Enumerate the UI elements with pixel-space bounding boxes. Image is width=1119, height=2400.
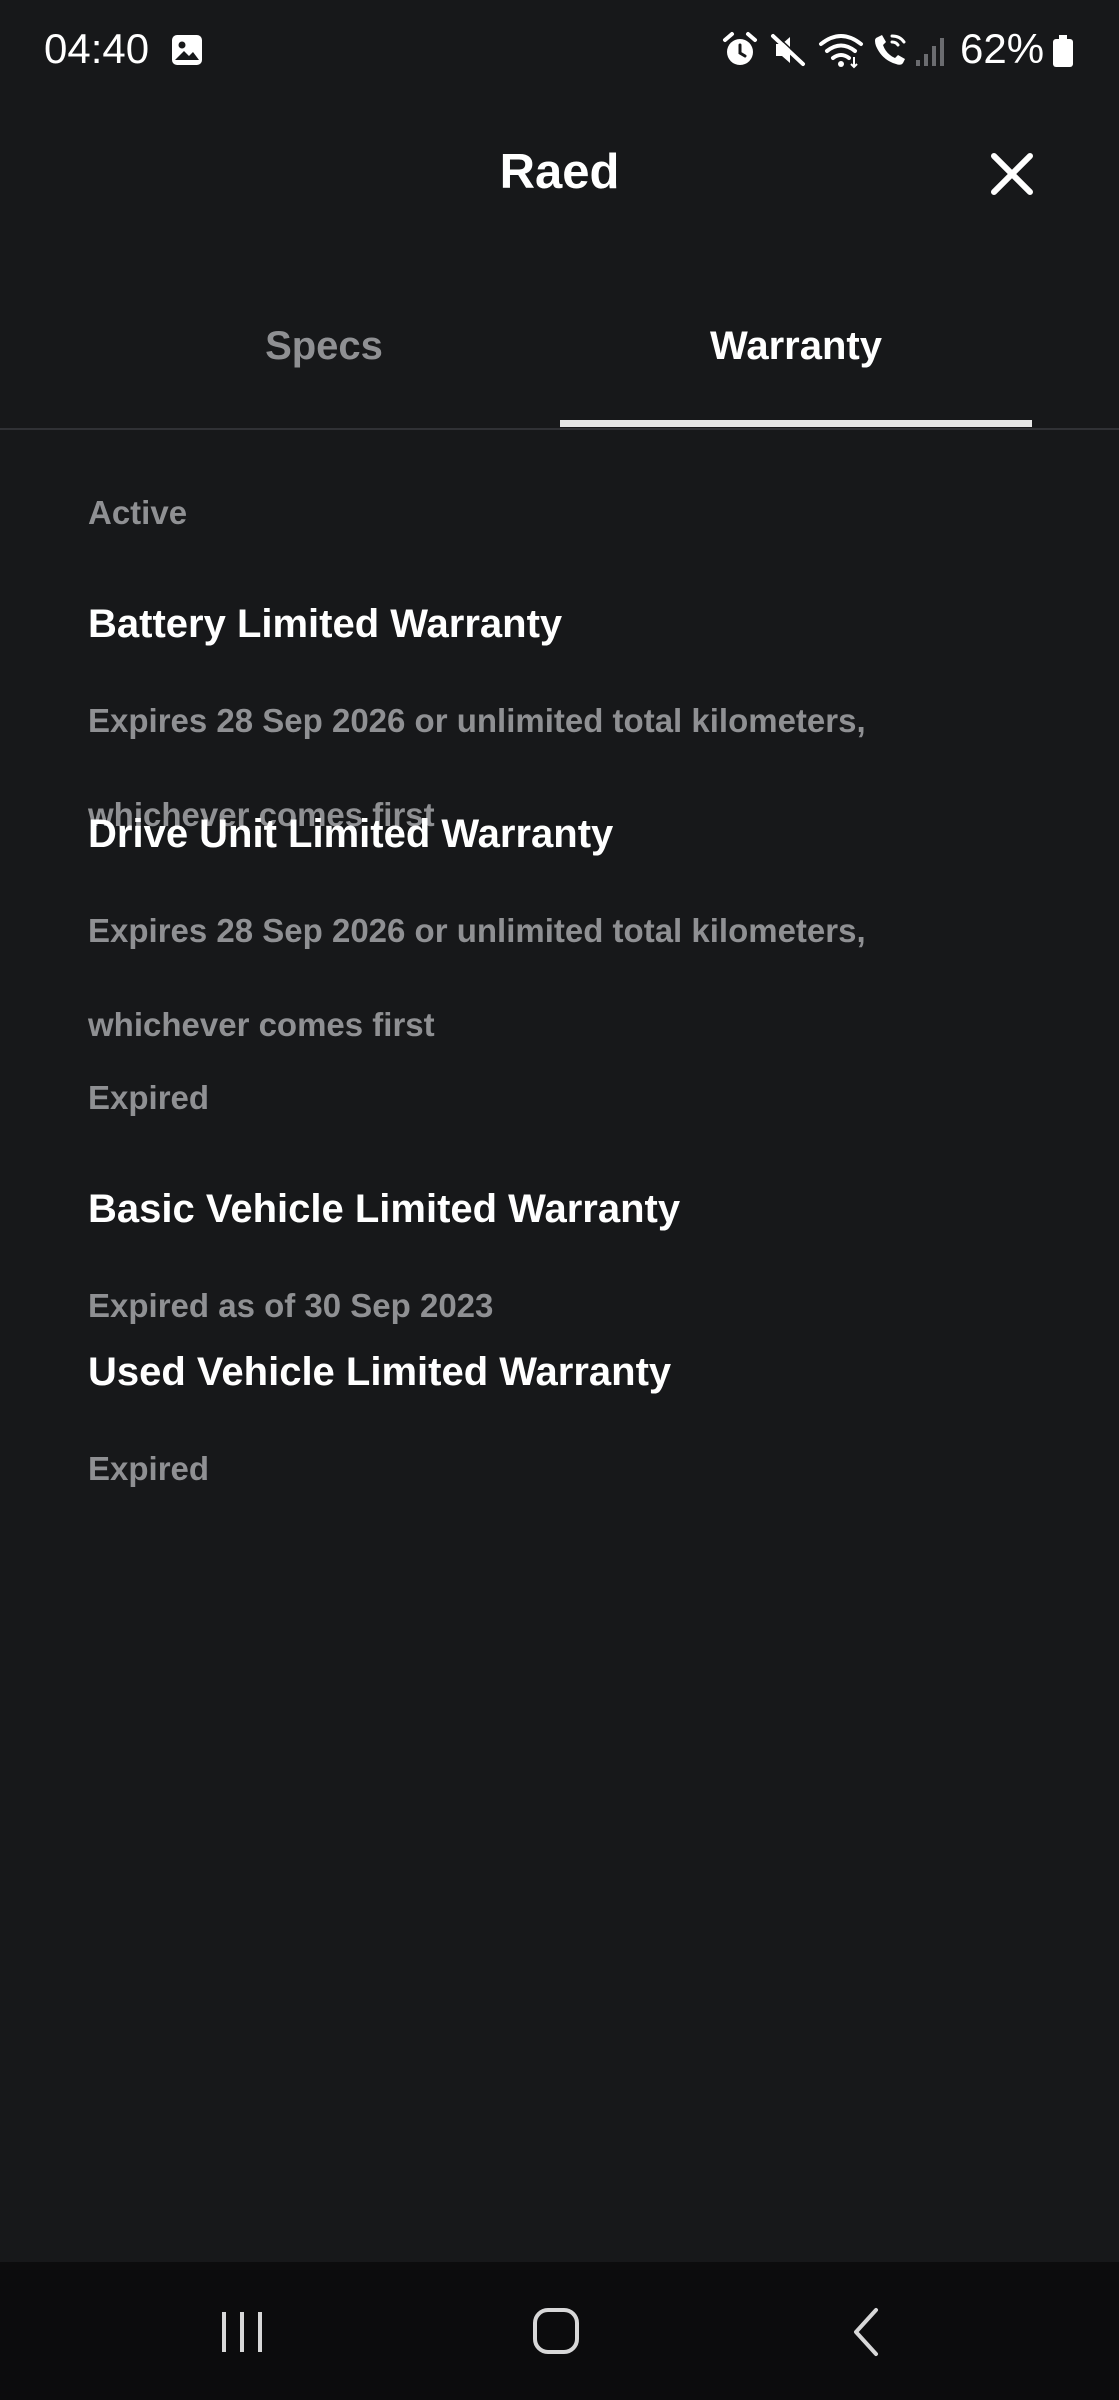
wifi-calling-icon	[875, 34, 906, 65]
status-time: 04:40	[44, 25, 150, 72]
section-header-active: Active	[88, 494, 188, 531]
battery-percent: 62%	[960, 25, 1045, 72]
warranty-description-line: whichever comes first	[88, 1006, 435, 1043]
warranty-description-line: Expired	[88, 1450, 210, 1487]
wifi-icon	[819, 34, 863, 69]
gallery-icon	[172, 35, 202, 65]
back-icon[interactable]	[830, 2302, 910, 2362]
tab-warranty[interactable]: Warranty	[560, 320, 1032, 372]
section-header-expired: Expired	[88, 1079, 210, 1116]
warranty-description-line: Expired as of 30 Sep 2023	[88, 1287, 494, 1324]
battery-icon	[1053, 35, 1073, 67]
system-nav-bar	[0, 2262, 1119, 2400]
tabs-divider	[0, 428, 1119, 430]
tab-specs[interactable]: Specs	[88, 320, 560, 372]
status-bar: 04:40 62%	[0, 0, 1119, 100]
warranty-item-used-vehicle[interactable]: Used Vehicle Limited Warranty Expired	[88, 1346, 1048, 1539]
alarm-icon	[723, 32, 757, 65]
warranty-title: Drive Unit Limited Warranty	[88, 812, 614, 856]
signal-icon	[916, 38, 944, 66]
warranty-title: Used Vehicle Limited Warranty	[88, 1350, 672, 1394]
tab-bar: Specs Warranty	[0, 290, 1119, 430]
warranty-description-line: Expires 28 Sep 2026 or unlimited total k…	[88, 912, 866, 949]
close-icon[interactable]	[984, 146, 1040, 202]
page-title: Raed	[499, 145, 620, 199]
home-icon[interactable]	[515, 2302, 595, 2362]
warranty-description: Expires 28 Sep 2026 or unlimited total k…	[88, 860, 1048, 1095]
active-tab-indicator	[560, 420, 1032, 427]
warranty-item-drive-unit[interactable]: Drive Unit Limited Warranty Expires 28 S…	[88, 808, 1048, 1095]
warranty-description: Expired	[88, 1398, 1048, 1539]
recents-icon[interactable]	[203, 2302, 283, 2362]
warranty-title: Basic Vehicle Limited Warranty	[88, 1187, 681, 1231]
warranty-title: Battery Limited Warranty	[88, 602, 563, 646]
warranty-description-line: Expires 28 Sep 2026 or unlimited total k…	[88, 702, 866, 739]
mute-icon	[771, 33, 806, 66]
